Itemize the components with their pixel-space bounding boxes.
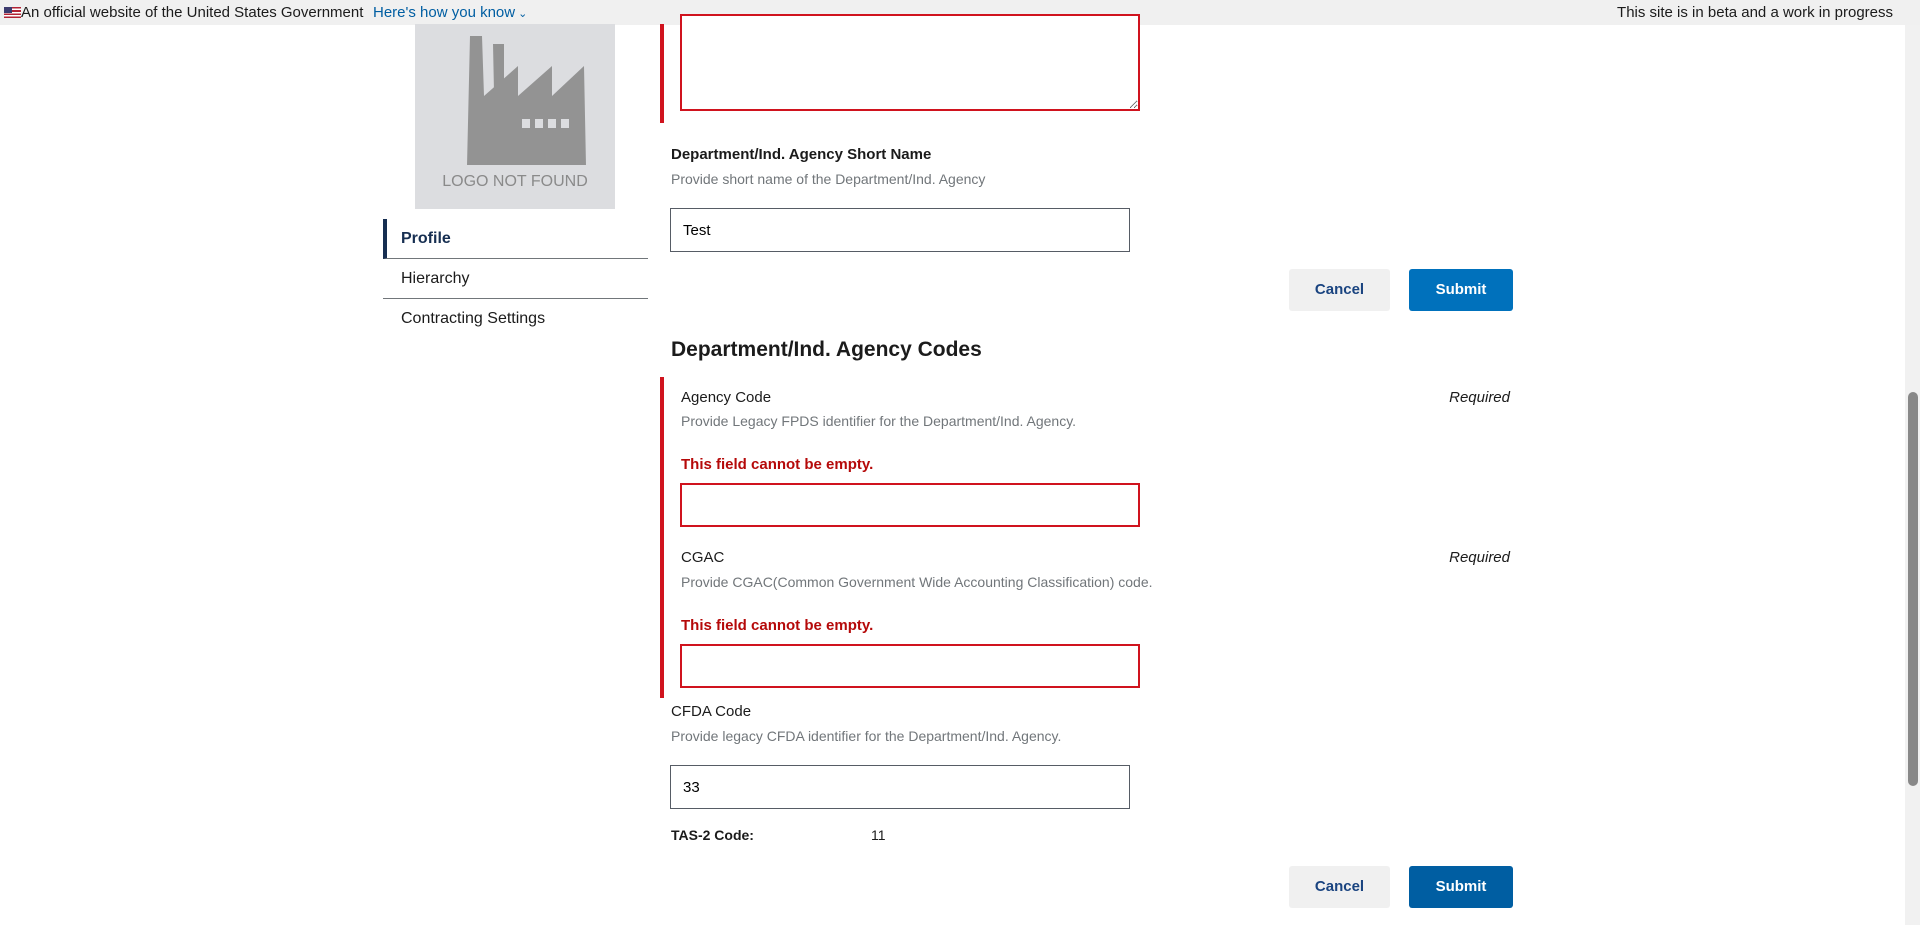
cgac-error: This field cannot be empty. [681,617,874,634]
official-text: An official website of the United States… [21,4,364,21]
scrollbar[interactable] [1905,25,1920,925]
sidebar-item-hierarchy[interactable]: Hierarchy [383,259,648,299]
cfda-label: CFDA Code [671,703,752,720]
scrollbar-thumb[interactable] [1908,392,1918,786]
agency-codes-heading: Department/Ind. Agency Codes [671,338,982,361]
agency-code-input[interactable] [680,483,1140,527]
tas2-label: TAS-2 Code: [671,827,754,843]
how-you-know-link[interactable]: Here's how you know ⌄ [373,0,527,27]
description-textarea[interactable] [680,14,1140,111]
submit-button-codes[interactable]: Submit [1409,866,1513,908]
agency-code-required: Required [1449,389,1510,406]
submit-button[interactable]: Submit [1409,269,1513,311]
error-indicator-bar [660,24,664,123]
agency-code-error: This field cannot be empty. [681,456,874,473]
cgac-input[interactable] [680,644,1140,688]
cancel-button-codes[interactable]: Cancel [1289,866,1390,908]
short-name-input[interactable] [670,208,1130,252]
error-indicator-bar [660,377,664,698]
us-flag-icon [4,7,21,18]
cancel-button[interactable]: Cancel [1289,269,1390,311]
cgac-required: Required [1449,549,1510,566]
cfda-help: Provide legacy CFDA identifier for the D… [671,728,1062,744]
agency-code-help: Provide Legacy FPDS identifier for the D… [681,413,1077,429]
tas2-value: 11 [871,827,886,843]
sidebar-item-contracting-settings[interactable]: Contracting Settings [383,299,648,339]
factory-icon [467,36,586,165]
logo-not-found-text: LOGO NOT FOUND [442,173,588,190]
logo-placeholder: LOGO NOT FOUND [415,24,615,209]
short-name-help: Provide short name of the Department/Ind… [671,171,986,187]
beta-text: This site is in beta and a work in progr… [1617,4,1893,21]
sidebar-item-profile[interactable]: Profile [383,219,648,259]
agency-code-label: Agency Code [681,389,772,406]
short-name-label: Department/Ind. Agency Short Name [671,146,932,163]
cgac-help: Provide CGAC(Common Government Wide Acco… [681,574,1153,590]
cfda-input[interactable] [670,765,1130,809]
chevron-down-icon: ⌄ [515,8,528,20]
cgac-label: CGAC [681,549,725,566]
